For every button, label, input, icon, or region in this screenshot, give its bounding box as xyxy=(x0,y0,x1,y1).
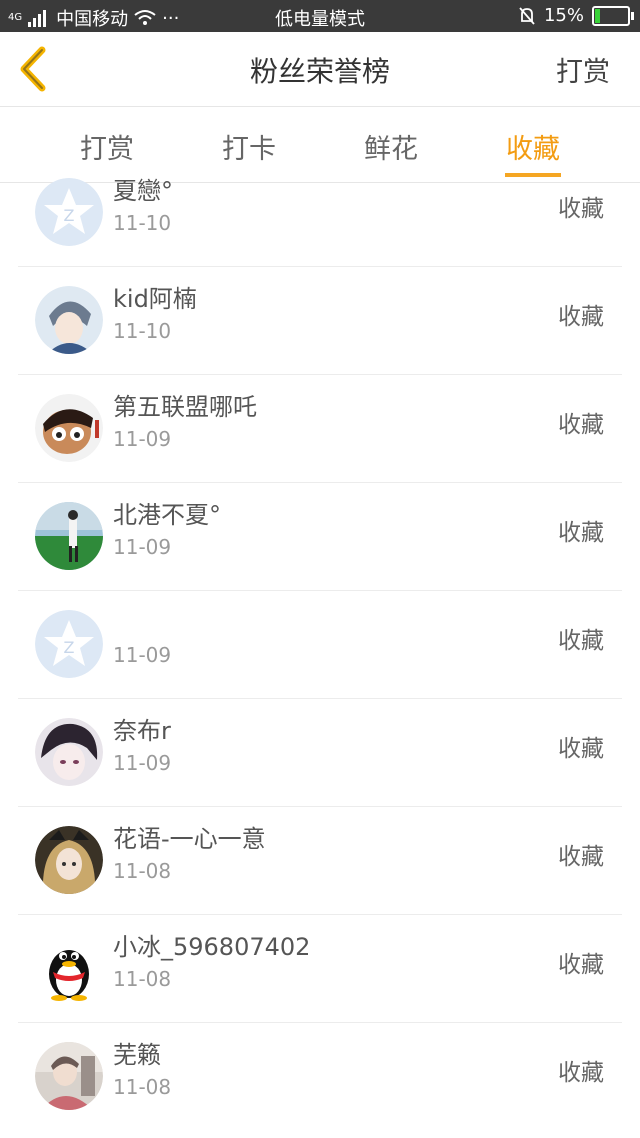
favorite-label: 收藏 xyxy=(558,520,604,546)
favorite-label: 收藏 xyxy=(558,952,604,978)
photo-avatar xyxy=(35,1042,103,1110)
date-label: 11-09 xyxy=(113,751,172,775)
list-item[interactable]: Z 11-09 收藏 xyxy=(18,591,622,699)
favorite-label: 收藏 xyxy=(558,304,604,330)
top-navigation-bar: 粉丝荣誉榜 打赏 xyxy=(0,32,640,107)
list-item[interactable]: kid阿楠 11-10 收藏 xyxy=(18,267,622,375)
favorite-label: 收藏 xyxy=(558,628,604,654)
list-item[interactable]: 奈布r 11-09 收藏 xyxy=(18,699,622,807)
anime-dark-avatar xyxy=(35,718,103,786)
status-right: 15% xyxy=(518,5,634,26)
qq-penguin-icon xyxy=(35,934,103,1002)
battery-icon xyxy=(592,5,634,26)
status-bar: 4G 中国移动 ··· 低电量模式 15% xyxy=(0,0,640,32)
date-label: 11-09 xyxy=(113,535,172,559)
svg-text:Z: Z xyxy=(64,638,75,657)
user-name: 小冰_596807402 xyxy=(113,933,311,961)
user-name: kid阿楠 xyxy=(113,285,197,313)
date-label: 11-08 xyxy=(113,1075,172,1099)
date-label: 11-08 xyxy=(113,967,172,991)
list-item[interactable]: Z 夏戀° 11-10 收藏 xyxy=(18,159,622,267)
qq-star-default-icon: Z xyxy=(35,178,103,246)
mute-bell-icon xyxy=(519,6,535,25)
user-name: 芜籁 xyxy=(113,1041,161,1069)
date-label: 11-09 xyxy=(113,427,172,451)
favorite-label: 收藏 xyxy=(558,736,604,762)
user-name: 第五联盟哪吒 xyxy=(113,393,257,421)
list-item[interactable]: 花语-一心一意 11-08 收藏 xyxy=(18,807,622,915)
anime-girl-avatar xyxy=(35,826,103,894)
svg-text:Z: Z xyxy=(64,206,75,225)
reward-button[interactable]: 打赏 xyxy=(556,50,610,89)
qq-star-default-icon: Z xyxy=(35,610,103,678)
date-label: 11-09 xyxy=(113,643,172,667)
anime-boy-avatar xyxy=(35,286,103,354)
date-label: 11-10 xyxy=(113,319,172,343)
favorite-label: 收藏 xyxy=(558,1060,604,1086)
list-item[interactable]: 芜籁 11-08 收藏 xyxy=(18,1023,622,1130)
battery-percent: 15% xyxy=(543,5,584,26)
list-item[interactable]: 小冰_596807402 11-08 收藏 xyxy=(18,915,622,1023)
favorite-label: 收藏 xyxy=(558,196,604,222)
date-label: 11-08 xyxy=(113,859,172,883)
user-name: 北港不夏° xyxy=(113,501,221,529)
list-item[interactable]: 北港不夏° 11-09 收藏 xyxy=(18,483,622,591)
favorite-label: 收藏 xyxy=(558,412,604,438)
user-name: 花语-一心一意 xyxy=(113,825,266,853)
user-name: 奈布r xyxy=(113,717,171,745)
list-item[interactable]: 第五联盟哪吒 11-09 收藏 xyxy=(18,375,622,483)
nezha-avatar xyxy=(35,394,103,462)
user-name: 夏戀° xyxy=(113,177,173,205)
page-title: 粉丝荣誉榜 xyxy=(249,55,390,88)
favorite-label: 收藏 xyxy=(558,844,604,870)
photo-avatar xyxy=(35,502,103,570)
date-label: 11-10 xyxy=(113,211,172,235)
